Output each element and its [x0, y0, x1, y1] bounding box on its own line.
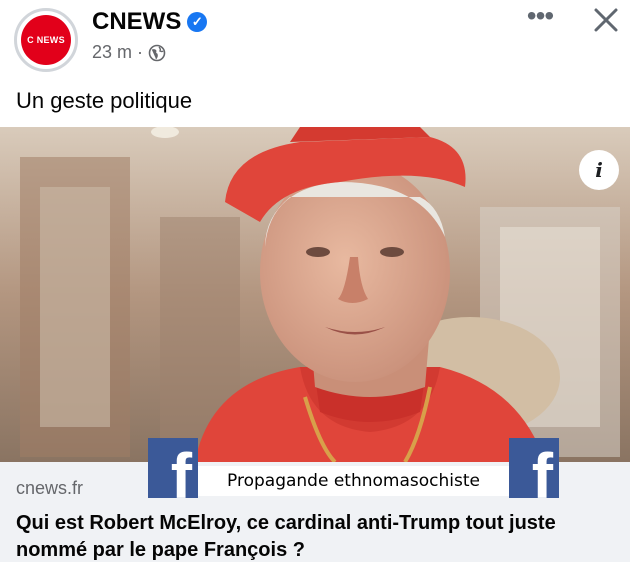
page-name[interactable]: CNEWS: [92, 8, 181, 36]
meta-separator: ·: [137, 42, 144, 62]
info-icon: i: [595, 158, 603, 182]
close-icon: [594, 8, 618, 32]
facebook-logo-icon: f: [148, 438, 198, 498]
facebook-post: C NEWS CNEWS ✓ 23 m · ••• Un geste polit…: [0, 0, 630, 562]
facebook-f-glyph: f: [170, 440, 192, 498]
more-options-button[interactable]: •••: [520, 2, 560, 34]
facebook-f-glyph: f: [531, 440, 553, 498]
globe-icon: [148, 44, 166, 61]
page-name-row: CNEWS ✓: [92, 8, 208, 36]
close-button[interactable]: [590, 4, 622, 36]
post-text: Un geste politique: [16, 88, 193, 113]
overlay-banner-text: Propagande ethnomasochiste: [198, 466, 509, 496]
cardinal-photo: [0, 127, 630, 462]
link-preview-image[interactable]: [0, 127, 630, 462]
cnews-logo-icon: C NEWS: [21, 15, 71, 65]
link-domain: cnews.fr: [16, 478, 84, 498]
avatar[interactable]: C NEWS: [14, 8, 78, 72]
link-title[interactable]: Qui est Robert McElroy, ce cardinal anti…: [16, 510, 626, 562]
facebook-logo-icon: f: [509, 438, 559, 498]
info-button[interactable]: i: [579, 150, 619, 190]
verified-badge-icon: ✓: [187, 12, 208, 32]
more-horizontal-icon: •••: [526, 0, 554, 31]
timestamp[interactable]: 23 m: [92, 42, 132, 63]
post-meta: 23 m ·: [92, 42, 166, 63]
